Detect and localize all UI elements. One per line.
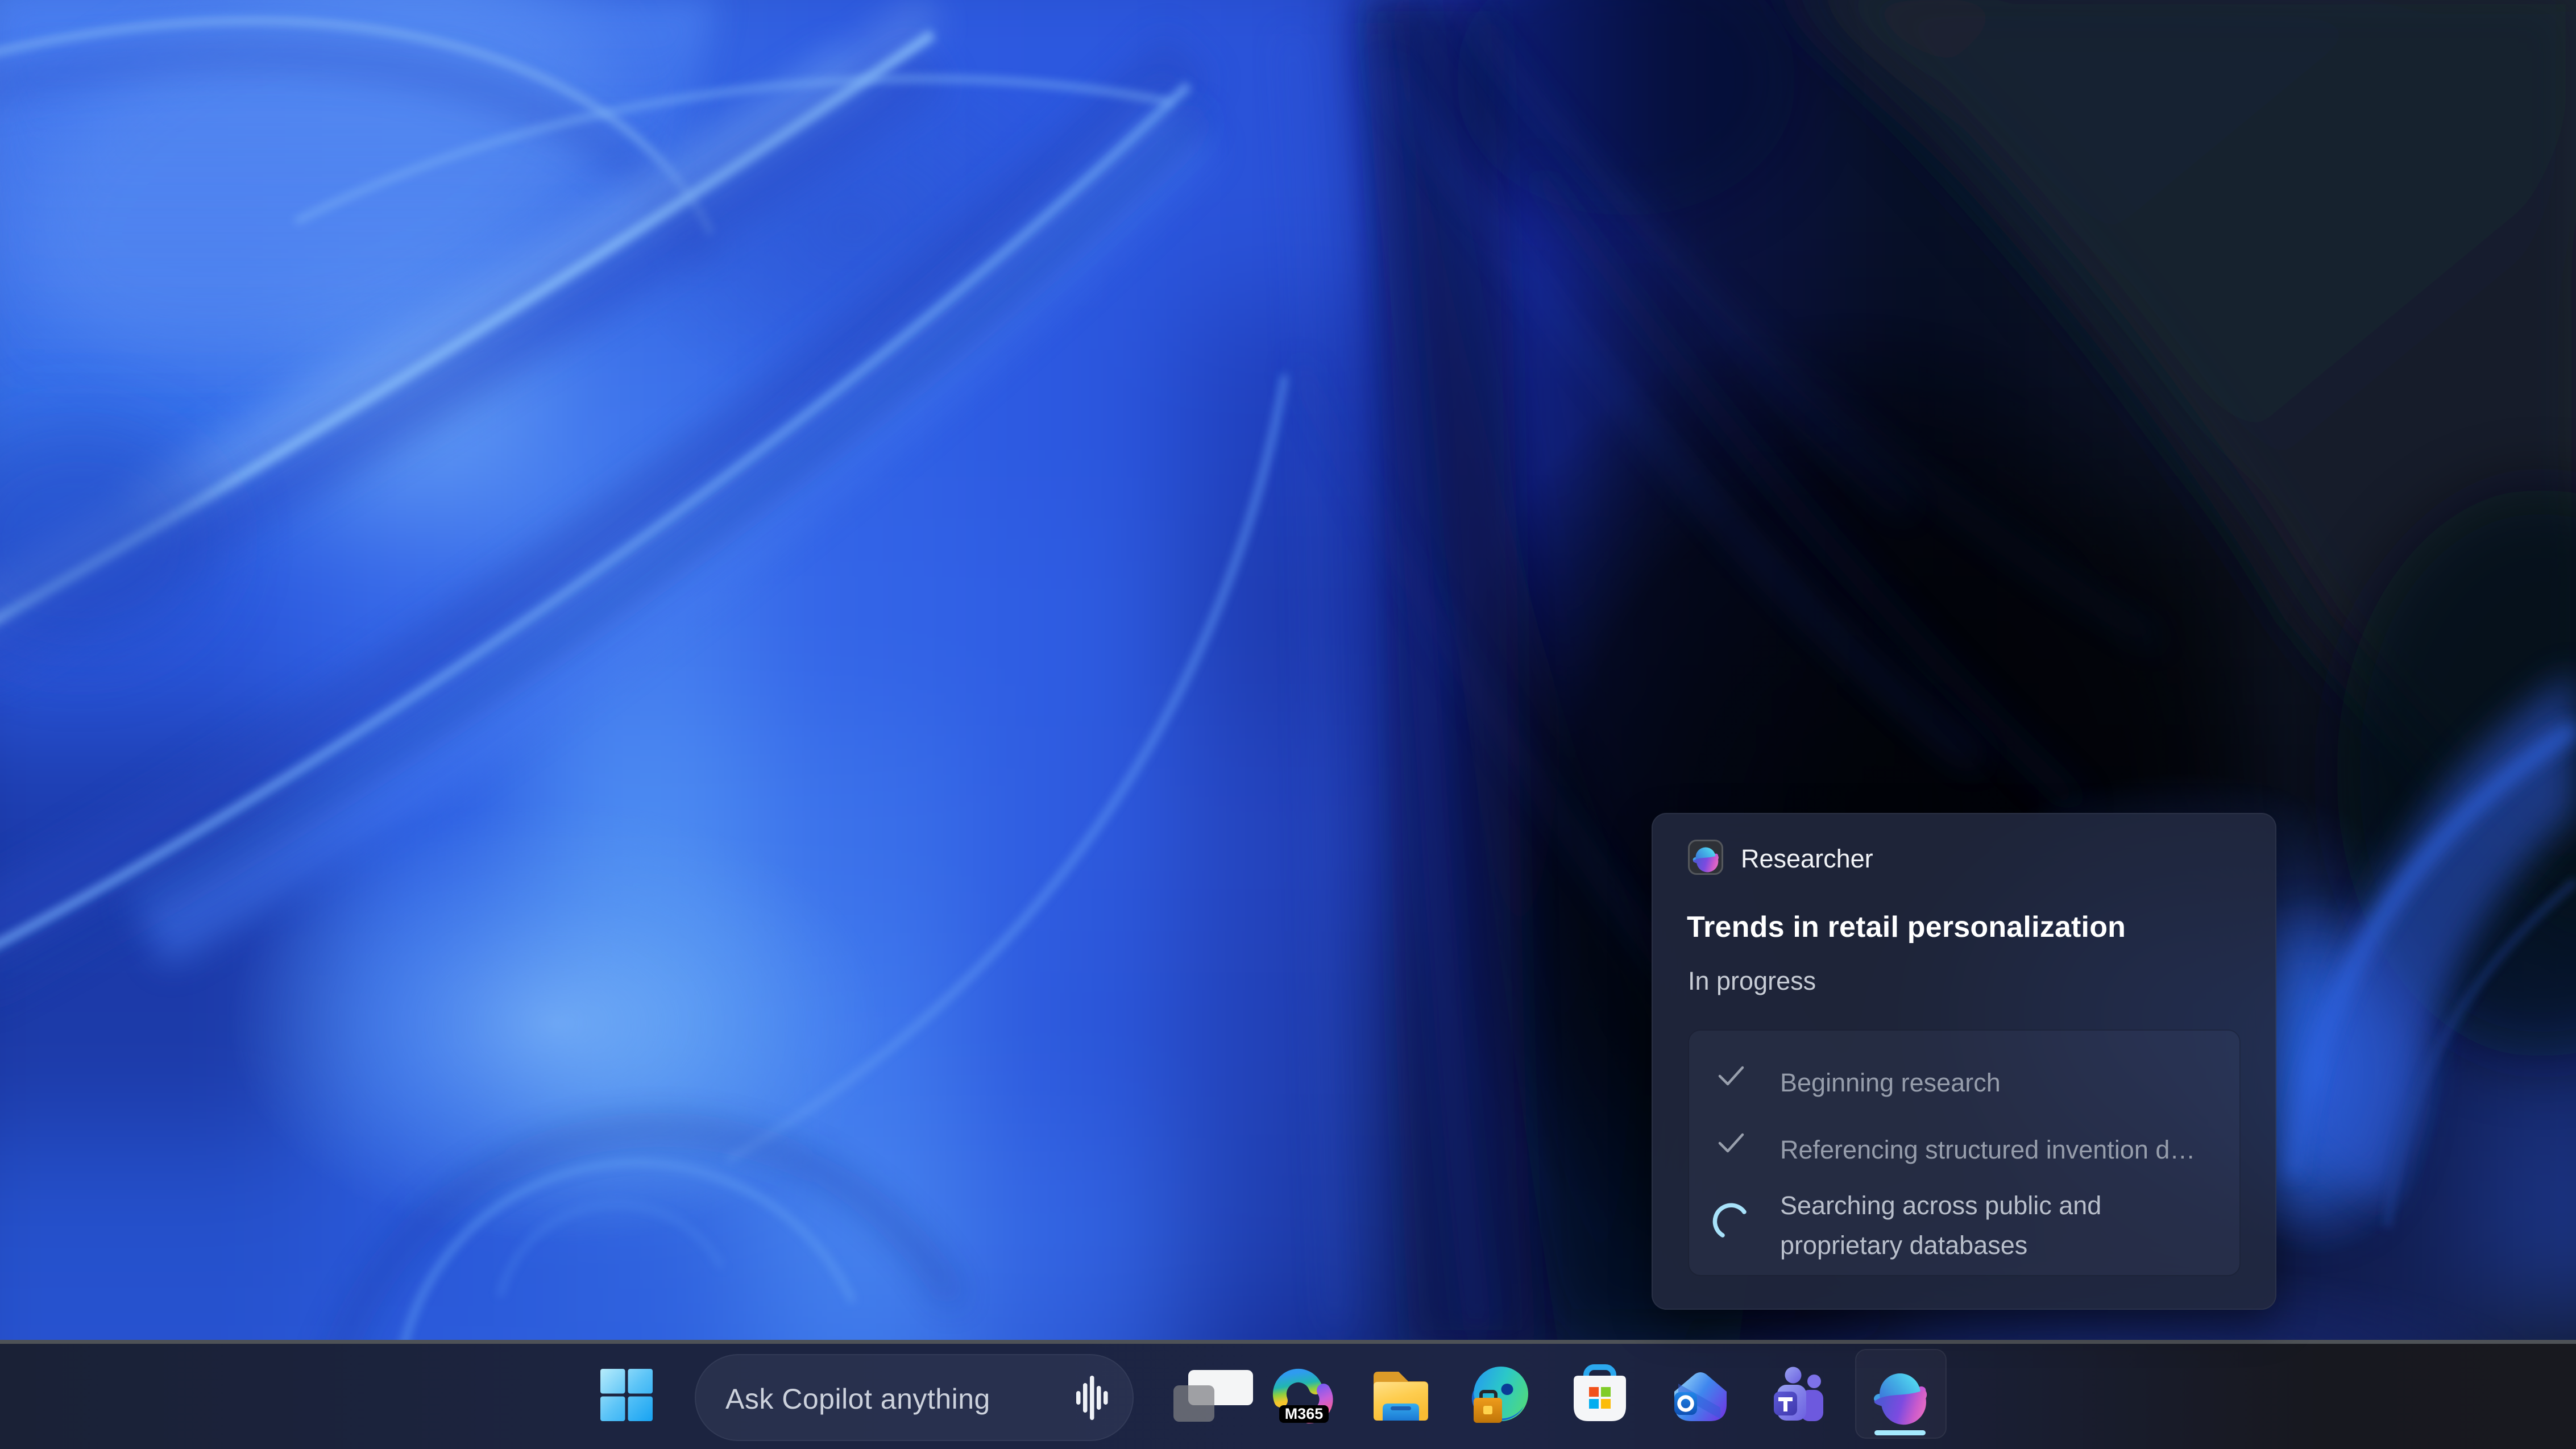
svg-text:M365: M365 [1285,1405,1324,1422]
